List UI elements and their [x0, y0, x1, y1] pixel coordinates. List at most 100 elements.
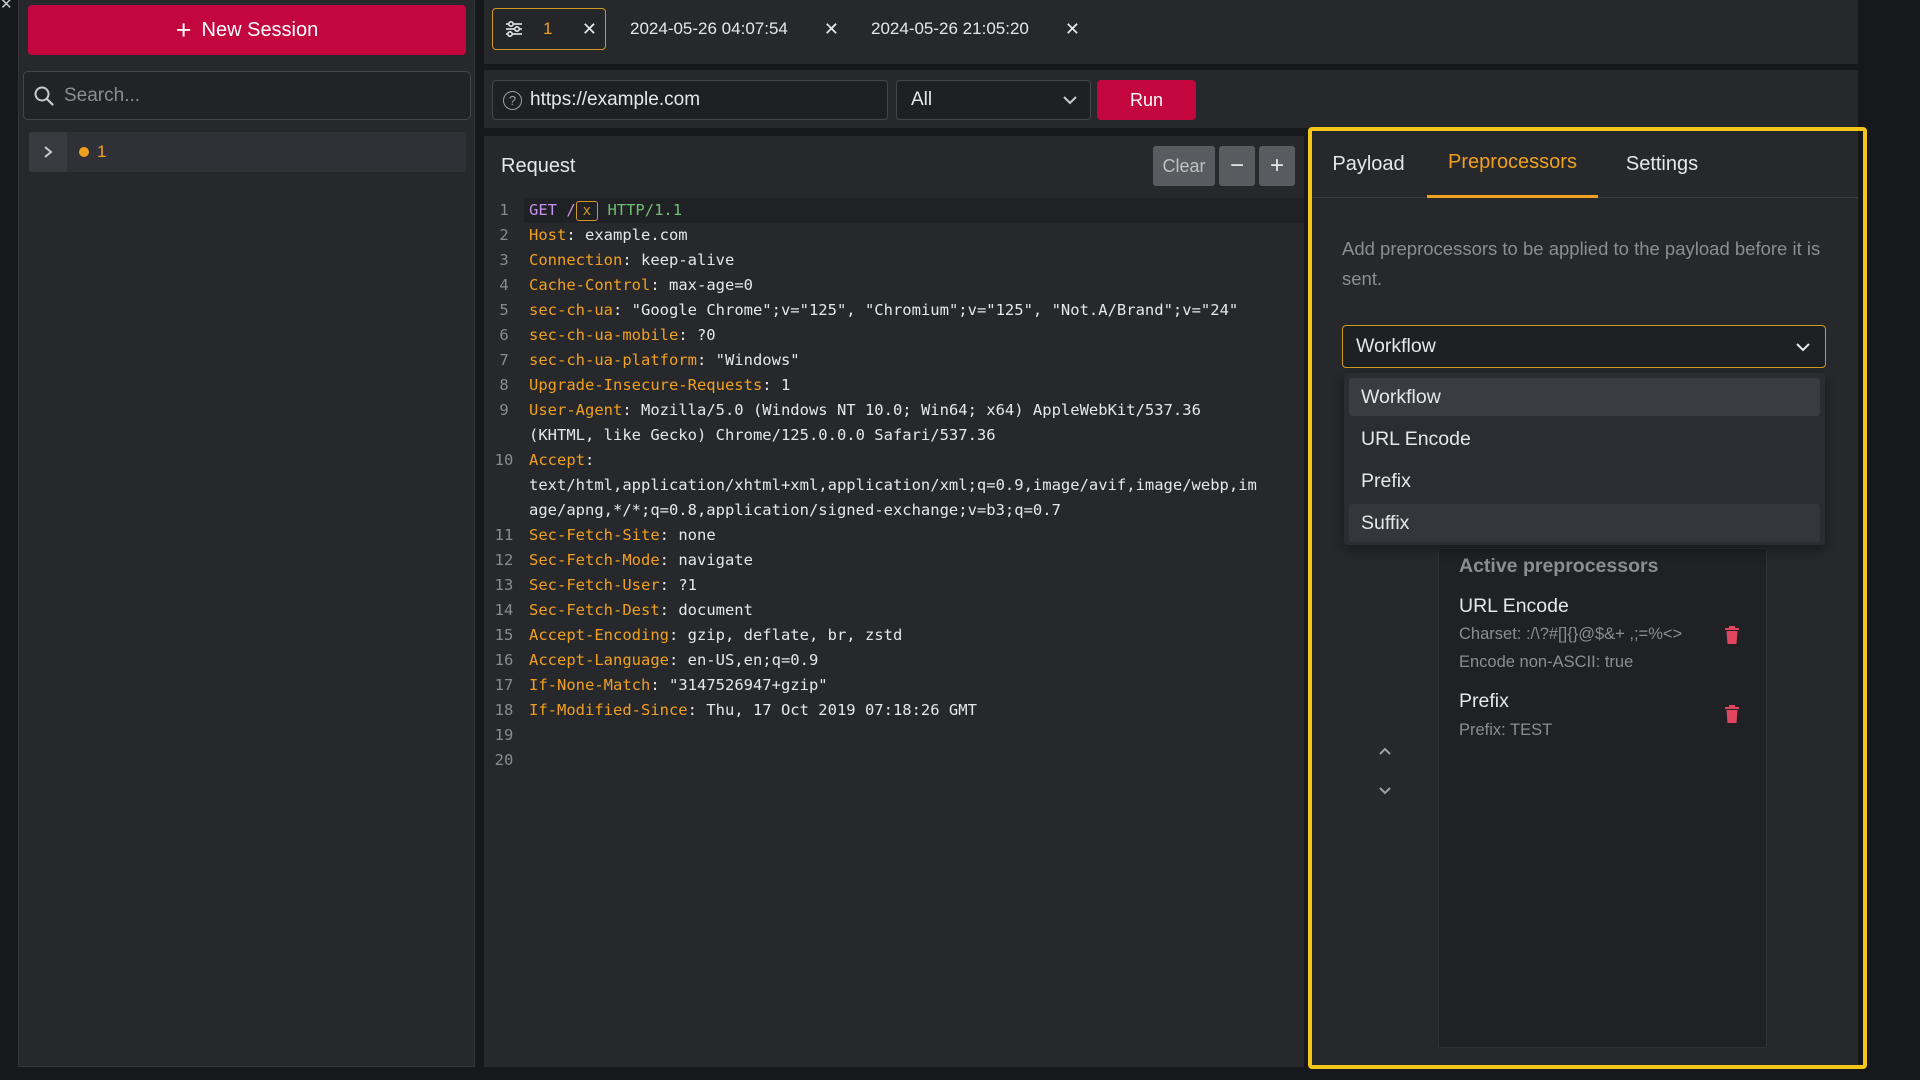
code-line: 17 If-None-Match: "3147526947+gzip" — [484, 673, 828, 698]
code-line: 4 Cache-Control: max-age=0 — [484, 273, 753, 298]
header-value-continuation: text/html,application/xhtml+xml,applicat… — [529, 476, 1257, 494]
option-workflow[interactable]: Workflow — [1349, 378, 1820, 416]
header-key: Accept — [529, 451, 585, 469]
tab-2024-05-26-04-07-54[interactable]: 2024-05-26 04:07:54 ✕ — [610, 8, 847, 50]
header-key: sec-ch-ua — [529, 301, 613, 319]
plus-icon: + — [175, 14, 192, 45]
code-text: Sec-Fetch-User: ?1 — [529, 573, 1299, 598]
line-number: 4 — [499, 276, 509, 294]
code-text: Host: example.com — [529, 223, 1299, 248]
code-line: 20 — [484, 748, 524, 773]
tab-2024-05-26-21-05-20[interactable]: 2024-05-26 21:05:20 ✕ — [851, 8, 1088, 50]
header-key: Accept-Encoding — [529, 626, 669, 644]
tab-payload[interactable]: Payload — [1312, 130, 1425, 198]
url-field[interactable]: ? — [492, 80, 888, 120]
request-editor[interactable]: 1 GET / x HTTP/1.1 2 Host: example.com 3 Conne… — [484, 198, 1304, 1067]
chevron-down-icon — [1796, 343, 1810, 352]
header-key: Sec-Fetch-Mode — [529, 551, 660, 569]
code-text: User-Agent: Mozilla/5.0 (Windows NT 10.0… — [529, 398, 1299, 448]
sidebar: + New Session 1 — [18, 0, 475, 1067]
line-number: 19 — [494, 726, 514, 744]
header-key: sec-ch-ua-mobile — [529, 326, 679, 344]
header-value: : keep-alive — [622, 251, 735, 269]
line-number: 3 — [499, 251, 509, 269]
code-line: 9 User-Agent: Mozilla/5.0 (Windows NT 10.… — [484, 398, 1201, 444]
clear-button[interactable]: Clear — [1153, 146, 1215, 186]
line-number: 2 — [499, 226, 509, 244]
header-value: : — [585, 451, 595, 469]
status-dot-icon — [79, 147, 89, 157]
chevron-right-icon[interactable] — [29, 132, 67, 172]
line-number: 8 — [499, 376, 509, 394]
search-input[interactable] — [64, 84, 444, 107]
new-session-button[interactable]: + New Session — [28, 5, 466, 55]
active-preprocessors-title: Active preprocessors — [1459, 555, 1659, 577]
option-prefix[interactable]: Prefix — [1349, 462, 1820, 500]
close-tab-icon[interactable]: ✕ — [824, 19, 839, 40]
code-text: If-Modified-Since: Thu, 17 Oct 2019 07:1… — [529, 698, 1299, 723]
line-number: 15 — [494, 626, 514, 644]
code-line: 7 sec-ch-ua-platform: "Windows" — [484, 348, 799, 373]
option-suffix[interactable]: Suffix — [1349, 504, 1820, 542]
line-number: 20 — [494, 751, 514, 769]
payload-marker[interactable]: x — [575, 201, 599, 221]
preprocessor-detail: Prefix: TEST — [1459, 721, 1553, 739]
header-value: : none — [659, 526, 716, 544]
code-line: 6 sec-ch-ua-mobile: ?0 — [484, 323, 715, 348]
trash-icon[interactable] — [1724, 625, 1740, 645]
code-line: 19 — [484, 723, 524, 748]
chevron-down-icon — [1063, 96, 1077, 105]
code-line: 11 Sec-Fetch-Site: none — [484, 523, 716, 548]
code-text: Sec-Fetch-Site: none — [529, 523, 1299, 548]
code-text: Sec-Fetch-Mode: navigate — [529, 548, 1299, 573]
run-button[interactable]: Run — [1097, 80, 1196, 120]
code-text: GET / x HTTP/1.1 — [529, 198, 1299, 223]
tab-number: 1 — [543, 19, 553, 38]
line-number: 5 — [499, 301, 509, 319]
tab-preprocessors[interactable]: Preprocessors — [1427, 130, 1598, 198]
code-text: Accept-Language: en-US,en;q=0.9 — [529, 648, 1299, 673]
preprocessors-hint: Add preprocessors to be applied to the p… — [1342, 238, 1821, 289]
preprocessor-name: Prefix — [1459, 690, 1509, 712]
header-key: Cache-Control — [529, 276, 651, 294]
tab-label: 2024-05-26 04:07:54 — [630, 19, 788, 38]
line-number: 13 — [494, 576, 514, 594]
request-header: Request Clear − + — [484, 136, 1304, 196]
close-tab-icon[interactable]: ✕ — [582, 19, 597, 40]
method-select[interactable]: All — [896, 80, 1091, 120]
session-tree-item[interactable]: 1 — [29, 132, 466, 172]
preprocessor-select[interactable]: Workflow — [1342, 325, 1826, 368]
header-value: : "Google Chrome";v="125", "Chromium";v=… — [613, 301, 1239, 319]
request-panel: Request Clear − + 1 GET / x HTTP/1.1 2 Host:… — [484, 136, 1304, 1067]
panel-tabs: Payload Preprocessors Settings — [1312, 130, 1858, 198]
http-version: HTTP/1.1 — [598, 201, 683, 219]
tab-settings[interactable]: Settings — [1602, 130, 1722, 198]
zoom-in-button[interactable]: + — [1259, 146, 1295, 186]
code-text: Sec-Fetch-Dest: document — [529, 598, 1299, 623]
code-text: Accept-Encoding: gzip, deflate, br, zstd — [529, 623, 1299, 648]
code-line: 2 Host: example.com — [484, 223, 687, 248]
tab-session-1[interactable]: 1 ✕ — [492, 8, 606, 50]
close-tab-icon[interactable]: ✕ — [1065, 19, 1080, 40]
header-value: : example.com — [566, 226, 688, 244]
search-box[interactable] — [23, 71, 471, 120]
move-up-icon[interactable] — [1376, 744, 1394, 758]
tab-label: 2024-05-26 21:05:20 — [871, 19, 1029, 38]
line-number: 7 — [499, 351, 509, 369]
move-down-icon[interactable] — [1376, 784, 1394, 798]
zoom-out-button[interactable]: − — [1219, 146, 1255, 186]
code-text: Connection: keep-alive — [529, 248, 1299, 273]
preprocessors-panel: Payload Preprocessors Settings Add prepr… — [1312, 130, 1858, 1067]
header-key: Sec-Fetch-Dest — [529, 601, 660, 619]
help-icon[interactable]: ? — [503, 90, 522, 110]
line-number: 14 — [494, 601, 514, 619]
option-url-encode[interactable]: URL Encode — [1349, 420, 1820, 458]
trash-icon[interactable] — [1724, 704, 1740, 724]
header-key: Accept-Language — [529, 651, 669, 669]
url-input[interactable] — [530, 89, 870, 111]
code-text: Cache-Control: max-age=0 — [529, 273, 1299, 298]
code-line: 15 Accept-Encoding: gzip, deflate, br, zs… — [484, 623, 903, 648]
code-line: 3 Connection: keep-alive — [484, 248, 734, 273]
code-line: 12 Sec-Fetch-Mode: navigate — [484, 548, 753, 573]
header-value: : ?1 — [659, 576, 697, 594]
